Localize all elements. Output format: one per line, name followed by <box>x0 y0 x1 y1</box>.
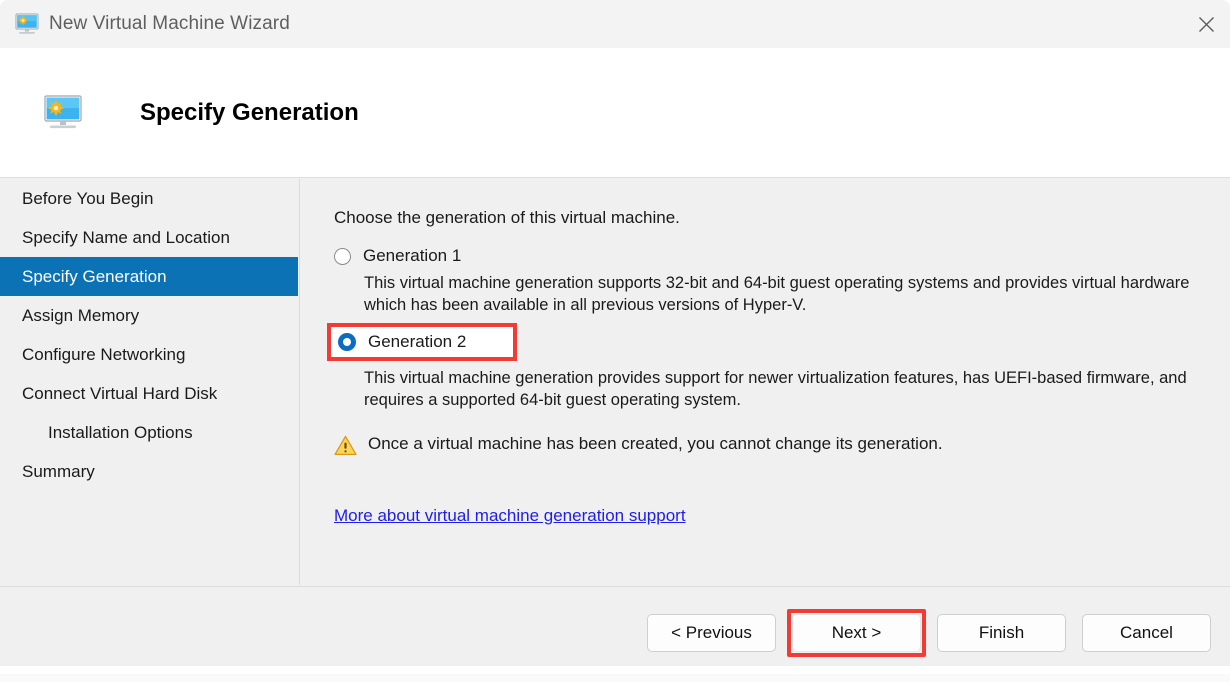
virtual-machine-monitor-icon <box>15 13 39 34</box>
more-about-generation-support-link[interactable]: More about virtual machine generation su… <box>334 506 686 526</box>
sidebar-item-assign-memory[interactable]: Assign Memory <box>0 296 299 335</box>
generation-warning: Once a virtual machine has been created,… <box>334 434 1196 456</box>
sidebar-item-specify-name-and-location[interactable]: Specify Name and Location <box>0 218 299 257</box>
sidebar-item-before-you-begin[interactable]: Before You Begin <box>0 179 299 218</box>
new-virtual-machine-wizard-window: New Virtual Machine Wizard Specify Gener… <box>0 0 1230 682</box>
wizard-footer: < Previous Next > Finish Cancel <box>0 586 1230 666</box>
close-icon[interactable] <box>1182 0 1230 48</box>
sidebar-item-connect-virtual-hard-disk[interactable]: Connect Virtual Hard Disk <box>0 374 299 413</box>
desktop-background-sliver <box>0 674 1230 682</box>
finish-button[interactable]: Finish <box>937 614 1066 652</box>
radio-description-generation-1: This virtual machine generation supports… <box>364 274 1190 314</box>
sidebar-item-summary[interactable]: Summary <box>0 452 299 491</box>
page-header: Specify Generation <box>0 48 1230 178</box>
previous-button-wrapper: < Previous <box>647 614 776 652</box>
cancel-button-wrapper: Cancel <box>1082 614 1211 652</box>
virtual-machine-monitor-icon <box>44 94 82 128</box>
wizard-body: Before You Begin Specify Name and Locati… <box>0 179 1230 585</box>
sidebar-item-installation-options[interactable]: Installation Options <box>0 413 299 452</box>
content-intro-text: Choose the generation of this virtual ma… <box>334 208 680 227</box>
radio-label-generation-1: Generation 1 <box>363 246 462 265</box>
next-button-wrapper: Next > <box>787 609 926 657</box>
title-bar: New Virtual Machine Wizard <box>0 0 1230 48</box>
radio-description-generation-2: This virtual machine generation provides… <box>364 368 1187 409</box>
sidebar-item-specify-generation[interactable]: Specify Generation <box>0 257 298 296</box>
next-button[interactable]: Next > <box>792 614 921 652</box>
radio-option-generation-1[interactable]: Generation 1 <box>334 246 1196 266</box>
footer-button-row: < Previous Next > Finish Cancel <box>647 609 1211 657</box>
wizard-content-pane: Choose the generation of this virtual ma… <box>300 179 1230 585</box>
previous-button[interactable]: < Previous <box>647 614 776 652</box>
radio-icon-generation-2[interactable] <box>338 332 356 351</box>
radio-option-generation-2[interactable]: Generation 2 <box>327 322 517 361</box>
sidebar-item-configure-networking[interactable]: Configure Networking <box>0 335 299 374</box>
radio-label-generation-2: Generation 2 <box>368 331 467 351</box>
page-title: Specify Generation <box>140 98 359 126</box>
radio-icon-generation-1[interactable] <box>334 247 351 265</box>
window-title: New Virtual Machine Wizard <box>49 13 290 34</box>
warning-text: Once a virtual machine has been created,… <box>368 433 943 453</box>
wizard-step-sidebar: Before You Begin Specify Name and Locati… <box>0 179 300 585</box>
warning-triangle-icon <box>334 435 357 455</box>
cancel-button[interactable]: Cancel <box>1082 614 1211 652</box>
finish-button-wrapper: Finish <box>937 614 1066 652</box>
